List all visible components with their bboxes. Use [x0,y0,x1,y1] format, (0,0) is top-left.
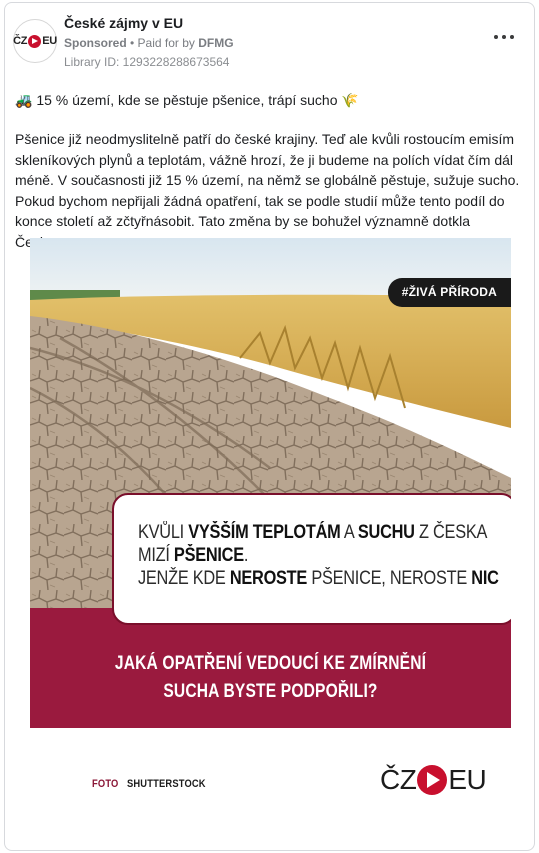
emphasis-segment: NEROSTE [229,568,308,589]
text-segment: A [340,522,358,543]
post-body[interactable]: Pšenice již neodmyslitelně patří do česk… [15,129,530,252]
logo-left-text: ČZ [13,35,28,47]
headline-box: KVŮLI VYŠŠÍM TEPLOTÁM A SUCHU Z ČESKA MI… [112,493,511,625]
wheat-icon: 🌾 [341,92,359,108]
post-headline: 🚜 15 % území, kde se pěstuje pšenice, tr… [15,92,359,109]
text-segment: KVŮLI [138,522,189,543]
question-line-1: JAKÁ OPATŘENÍ VEDOUCÍ KE ZMÍRNĚNÍ [114,653,427,674]
text-segment: . [243,545,249,566]
emphasis-segment: SUCHU [357,522,415,543]
tractor-icon: 🚜 [15,92,33,108]
paid-for-prefix: • Paid for by [130,36,195,50]
emphasis-segment: NIC [471,568,499,589]
credit-source: SHUTTERSTOCK [126,778,206,790]
question-line-2: SUCHA BYSTE PODPOŘILI? [163,681,378,702]
avatar[interactable]: ČZ EU [13,19,57,63]
more-options-icon[interactable] [494,31,514,43]
creative-footer: FOTO SHUTTERSTOCK ČZ EU [30,728,511,834]
creative-line-2: MIZÍ PŠENICE. [138,544,447,567]
credit-label: FOTO [92,778,119,790]
text-segment: MIZÍ [138,545,174,566]
ad-creative[interactable]: #ŽIVÁ PŘÍRODA KVŮLI VYŠŠÍM TEPLOTÁM A SU… [30,238,511,834]
play-arrow-icon [417,765,448,795]
funder-name: DFMG [198,36,234,50]
ad-card: ČZ EU České zájmy v EU Sponsored • Paid … [4,2,535,851]
brand-left-text: ČZ [380,764,417,795]
emphasis-segment: VYŠŠÍM TEPLOTÁM [188,522,341,543]
sponsored-meta: Sponsored • Paid for by DFMG [64,36,234,50]
hashtag-badge: #ŽIVÁ PŘÍRODA [387,278,511,307]
brand-logo-large: ČZ EU [380,764,487,796]
brand-right-text: EU [448,764,487,795]
emphasis-segment: PŠENICE [173,545,244,566]
creative-line-3: JENŽE KDE NEROSTE PŠENICE, NEROSTE NIC [138,567,499,590]
text-segment: PŠENICE, NEROSTE [307,568,472,589]
logo-right-text: EU [42,35,57,47]
headline-text: 15 % území, kde se pěstuje pšenice, tráp… [32,92,342,108]
text-segment: Z ČESKA [414,522,488,543]
photo-credit: FOTO SHUTTERSTOCK [92,778,206,790]
creative-line-1: KVŮLI VYŠŠÍM TEPLOTÁM A SUCHU Z ČESKA [138,521,487,544]
sponsored-label: Sponsored [64,36,127,50]
call-to-action-question: JAKÁ OPATŘENÍ VEDOUCÍ KE ZMÍRNĚNÍ SUCHA … [30,650,511,706]
library-id: Library ID: 1293228288673564 [64,55,230,69]
play-arrow-icon [28,34,42,48]
text-segment: JENŽE KDE [138,568,230,589]
post-header: ČZ EU České zájmy v EU Sponsored • Paid … [5,3,534,79]
page-name-link[interactable]: České zájmy v EU [64,15,183,31]
brand-logo: ČZ EU [13,34,57,48]
